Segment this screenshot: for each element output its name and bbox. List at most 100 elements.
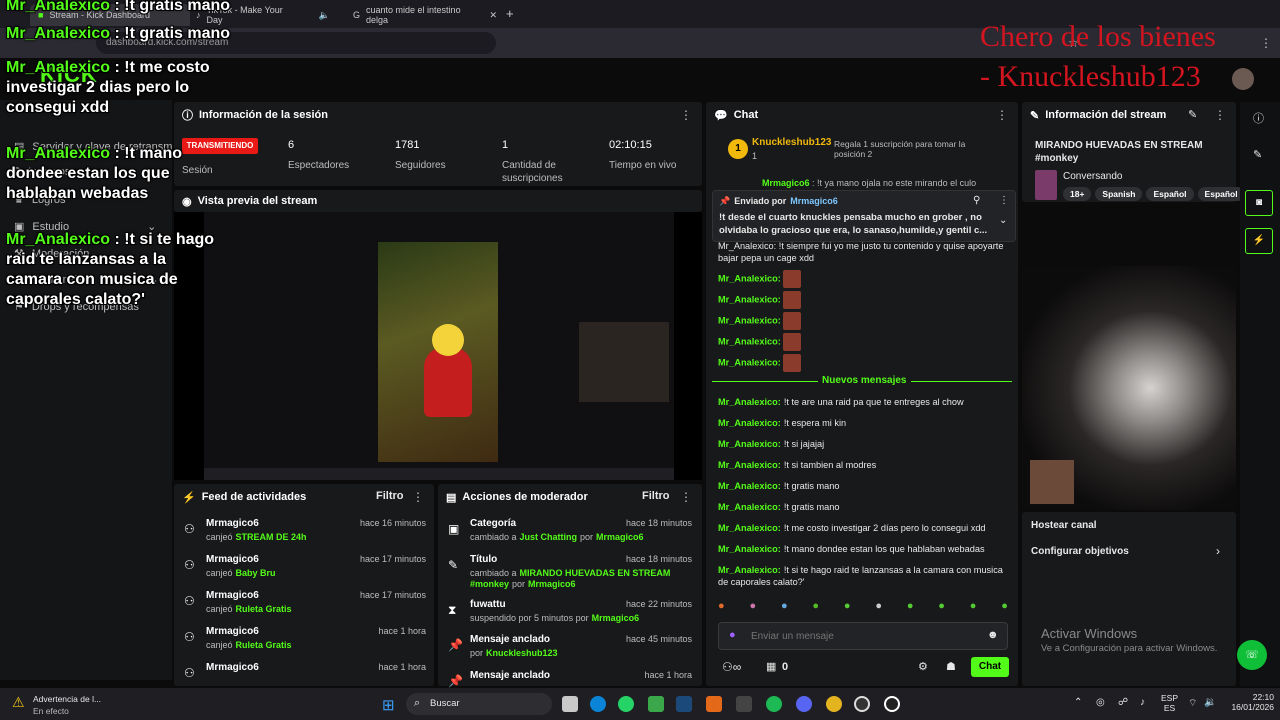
mic-icon[interactable]: ● [729,629,736,641]
pinned-menu-icon[interactable]: ⋮ [999,195,1009,206]
whatsapp-icon[interactable] [618,696,634,712]
bolt-button[interactable]: ⚡ [1245,228,1273,254]
tray-icon[interactable]: ◎ [1096,697,1105,708]
chat-username[interactable]: Mr_Analexico: [718,357,781,367]
mod-filter-button[interactable]: Filtro [642,490,670,502]
configure-goals-button[interactable]: Configurar objetivos [1031,546,1129,557]
chat-username[interactable]: Mr_Analexico: [718,439,781,449]
chat-username[interactable]: Mr_Analexico: [718,460,781,470]
spotify-icon[interactable] [766,696,782,712]
chat-username[interactable]: Mr_Analexico: [718,294,781,304]
app-icon[interactable] [736,696,752,712]
chat-send-button[interactable]: Chat [971,657,1009,677]
mod-menu-icon[interactable]: ⋮ [680,490,692,504]
feed-user[interactable]: Mrmagico6 [206,662,259,673]
chat-username[interactable]: Mr_Analexico: [718,481,781,491]
chat-input[interactable] [751,627,971,645]
emote-icon[interactable]: ● [907,600,914,616]
gift-cta[interactable]: Regala 1 suscripción para tomar la posic… [834,139,984,159]
chat-username[interactable]: Mr_Analexico: [718,315,781,325]
language-indicator[interactable]: ESP ES [1161,693,1178,713]
network-icon[interactable]: ☍ [1118,697,1128,708]
discord-icon[interactable] [796,696,812,712]
taskbar-search[interactable]: ⌕ Buscar [406,693,552,715]
chat-message: Mr_Analexico: [718,270,1008,288]
mic-tray-icon[interactable]: ♪ [1140,697,1145,708]
bot-icon[interactable]: ☗ [946,660,956,673]
chat-username[interactable]: Mr_Analexico: [718,397,781,407]
edit-icon[interactable]: ✎ [1188,108,1197,121]
feed-user[interactable]: Mrmagico6 [206,554,259,565]
tag-chip[interactable]: Spanish [1095,187,1143,201]
chat-menu-icon[interactable]: ⋮ [996,108,1008,122]
feed-menu-icon[interactable]: ⋮ [412,490,424,504]
chat-username[interactable]: Mr_Analexico: [718,544,781,554]
emote-icon[interactable]: ● [1001,600,1008,616]
chevron-right-icon[interactable]: › [1216,544,1220,558]
adobe-icon[interactable] [706,696,722,712]
chat-username[interactable]: Mr_Analexico: [718,565,781,575]
emote-icon[interactable]: ● [970,600,977,616]
emote-icon[interactable]: ● [749,600,756,616]
tray-chevron-icon[interactable]: ⌃ [1074,697,1082,708]
chat-input-box[interactable]: ● ☻ [718,622,1008,650]
info-icon[interactable]: ⓘ [1253,110,1264,126]
tag-chip[interactable]: Español [1146,187,1194,201]
feed-filter-button[interactable]: Filtro [376,490,404,502]
tag-chip[interactable]: Español [1197,187,1245,201]
emote-icon[interactable]: ● [718,600,725,616]
wifi-icon[interactable]: ⌔ [1188,697,1197,710]
task-view-icon[interactable] [562,696,578,712]
gift-icon[interactable]: ▦ [766,660,776,673]
chevron-down-icon[interactable]: ⌄ [999,215,1007,226]
emote-icon[interactable]: ● [812,600,819,616]
warning-icon[interactable]: ⚠ [12,694,25,711]
tag-chip[interactable]: 18+ [1063,187,1092,201]
overlay-chat-user: Mr_Analexico [6,145,111,162]
edge-icon[interactable] [590,696,606,712]
preview-header: ◉ Vista previa del stream [174,190,702,212]
pin-icon[interactable]: ⚲ [973,195,980,206]
session-menu-icon[interactable]: ⋮ [680,108,692,122]
feed-user[interactable]: Mrmagico6 [206,590,259,601]
stream-info-menu-icon[interactable]: ⋮ [1214,108,1226,122]
users-icon[interactable]: ⚇∞ [722,660,741,674]
stream-preview[interactable] [174,212,702,480]
feed-user[interactable]: Mrmagico6 [206,518,259,529]
menu-dots-icon[interactable]: ⋮ [1260,36,1272,50]
minecraft-icon[interactable] [648,696,664,712]
chat-username[interactable]: Mr_Analexico: [718,418,781,428]
feed-action [206,676,209,686]
chat-username[interactable]: Mr_Analexico: [718,273,781,283]
feed-user[interactable]: Mrmagico6 [206,626,259,637]
emote-icon[interactable]: ● [781,600,788,616]
volume-icon[interactable]: 🔉 [1204,697,1216,708]
chat-username[interactable]: Mr_Analexico: [718,502,781,512]
chat-username[interactable]: Mr_Analexico: [718,523,781,533]
capture-icon[interactable] [884,696,900,712]
clock[interactable]: 22:10 16/01/2026 [1226,692,1274,712]
emoji-icon[interactable]: ☻ [987,629,999,641]
pencil-icon[interactable]: ✎ [1253,148,1262,161]
settings-icon[interactable]: ⚙ [918,660,928,673]
chrome-icon[interactable] [826,696,842,712]
host-channel-button[interactable]: Hostear canal [1031,520,1097,531]
pinned-message[interactable]: 📌 Enviado por Mrmagico6 !t desde el cuarto… [712,190,1016,242]
warning-title[interactable]: Advertencia de l... [33,694,101,704]
emote-icon[interactable]: ● [875,600,882,616]
mod-time: hace 18 minutos [625,554,692,564]
list-icon: ▤ [446,491,457,504]
windows-start-icon[interactable]: ⊞ [382,696,395,714]
close-tab-icon[interactable]: ✕ [489,10,497,21]
steam-icon[interactable] [676,696,692,712]
new-tab-button[interactable]: + [506,6,514,21]
top-gifter-name[interactable]: Knuckleshub123 [752,137,831,148]
camera-button[interactable]: ◙ [1245,190,1273,216]
chat-username[interactable]: Mr_Analexico: [718,336,781,346]
help-chat-button[interactable]: ☏ [1237,640,1267,670]
emote-icon[interactable]: ● [844,600,851,616]
mod-time: hace 18 minutos [625,518,692,528]
obs-icon[interactable] [854,696,870,712]
tab-google-search[interactable]: Gcuanto mide el intestino delga ✕ [345,4,505,26]
emote-icon[interactable]: ● [938,600,945,616]
